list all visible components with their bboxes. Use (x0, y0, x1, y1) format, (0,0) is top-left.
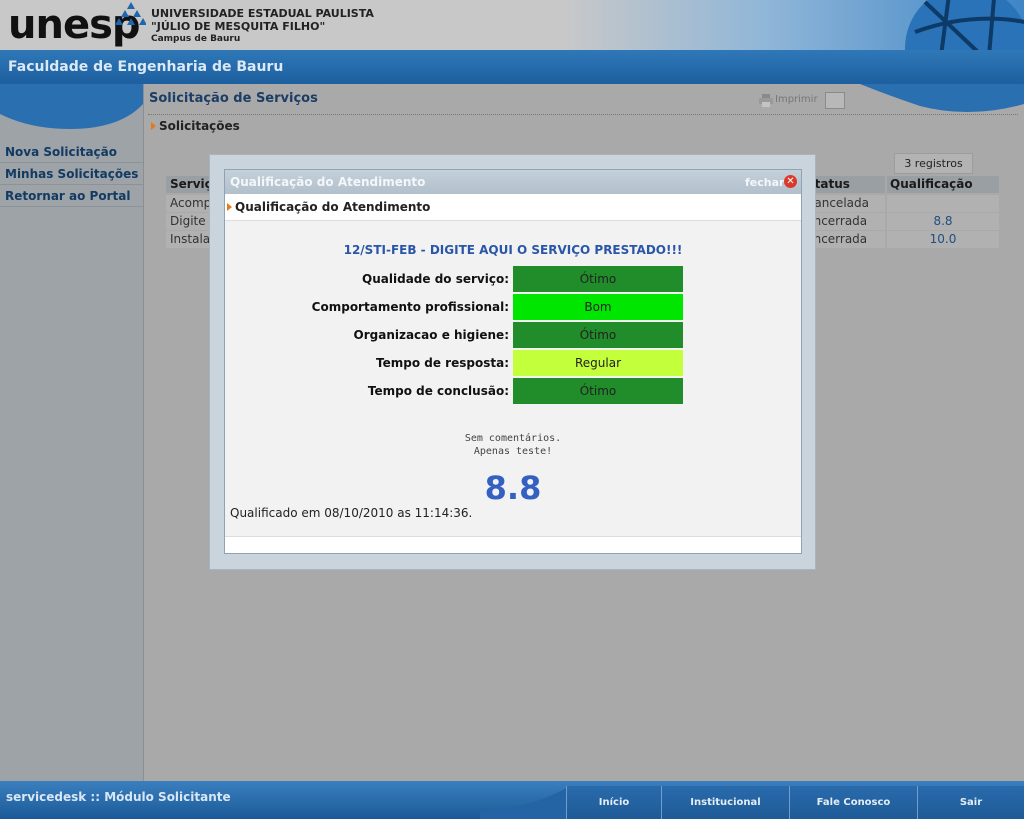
footer-nav-fale-conosco[interactable]: Fale Conosco (789, 786, 917, 819)
university-name: UNIVERSIDADE ESTADUAL PAULISTA "JÚLIO DE… (151, 7, 374, 46)
section-title: Solicitações (159, 119, 240, 133)
footer-nav-inicio[interactable]: Início (566, 786, 661, 819)
footer-nav-institucional[interactable]: Institucional (661, 786, 789, 819)
section-arrow-icon (151, 122, 156, 130)
expand-icon[interactable] (825, 92, 845, 109)
column-header-rating: Qualificação (887, 176, 999, 193)
footer-nav-sair[interactable]: Sair (917, 786, 1024, 819)
footer: servicedesk :: Módulo Solicitante Início… (0, 781, 1024, 819)
criterion-value: Bom (513, 294, 683, 320)
modal-footer (225, 536, 801, 553)
footer-wave (480, 786, 570, 819)
criterion-value: Ótimo (513, 266, 683, 292)
university-line-1: UNIVERSIDADE ESTADUAL PAULISTA (151, 7, 374, 20)
table-cell-rating (887, 195, 999, 212)
modal-titlebar: Qualificação do Atendimento fechar ✕ (225, 170, 801, 194)
printer-icon[interactable] (759, 94, 773, 107)
university-line-2: "JÚLIO DE MESQUITA FILHO" (151, 20, 326, 33)
criterion-label: Comportamento profissional: (311, 300, 509, 314)
sidebar-item-retornar-portal[interactable]: Retornar ao Portal (0, 185, 143, 207)
overall-score: 8.8 (484, 469, 542, 507)
criterion-label: Tempo de conclusão: (367, 384, 509, 398)
rating-modal: Qualificação do Atendimento fechar ✕ Qua… (224, 169, 802, 554)
table-cell-rating[interactable]: 10.0 (887, 231, 999, 248)
footer-title: servicedesk :: Módulo Solicitante (6, 790, 231, 804)
table-cell-rating[interactable]: 8.8 (887, 213, 999, 230)
comment-line: Sem comentários. (464, 433, 562, 444)
unesp-emblem-icon (116, 2, 146, 25)
sidebar-item-nova-solicitacao[interactable]: Nova Solicitação (0, 141, 143, 163)
page-title: Solicitação de Serviços (149, 91, 318, 106)
comment-line: Apenas teste! (473, 446, 553, 457)
print-link[interactable]: Imprimir (775, 94, 818, 105)
criterion-value: Ótimo (513, 378, 683, 404)
close-button[interactable]: fechar (745, 176, 784, 189)
subheader-arrow-icon (227, 203, 232, 211)
close-icon[interactable]: ✕ (784, 175, 797, 188)
criterion-label: Organizacao e higiene: (353, 328, 509, 342)
header: unesp UNIVERSIDADE ESTADUAL PAULISTA "JÚ… (0, 0, 1024, 102)
modal-title: Qualificação do Atendimento (230, 175, 426, 189)
criterion-label: Tempo de resposta: (376, 356, 509, 370)
comments: Sem comentários. Apenas teste! (225, 432, 801, 458)
modal-subtitle: Qualificação do Atendimento (235, 200, 431, 214)
faculty-title: Faculdade de Engenharia de Bauru (8, 59, 284, 75)
criterion-value: Ótimo (513, 322, 683, 348)
modal-subheader: Qualificação do Atendimento (225, 194, 801, 221)
university-line-3: Campus de Bauru (151, 34, 241, 44)
criterion-value: Regular (513, 350, 683, 376)
sidebar-item-minhas-solicitacoes[interactable]: Minhas Solicitações (0, 163, 143, 185)
rated-at-timestamp: Qualificado em 08/10/2010 as 11:14:36. (230, 506, 473, 520)
criterion-label: Qualidade do serviço: (362, 272, 509, 286)
records-count: 3 registros (894, 153, 973, 174)
service-title: 12/STI-FEB - DIGITE AQUI O SERVIÇO PREST… (343, 243, 683, 257)
title-divider (148, 114, 1018, 115)
